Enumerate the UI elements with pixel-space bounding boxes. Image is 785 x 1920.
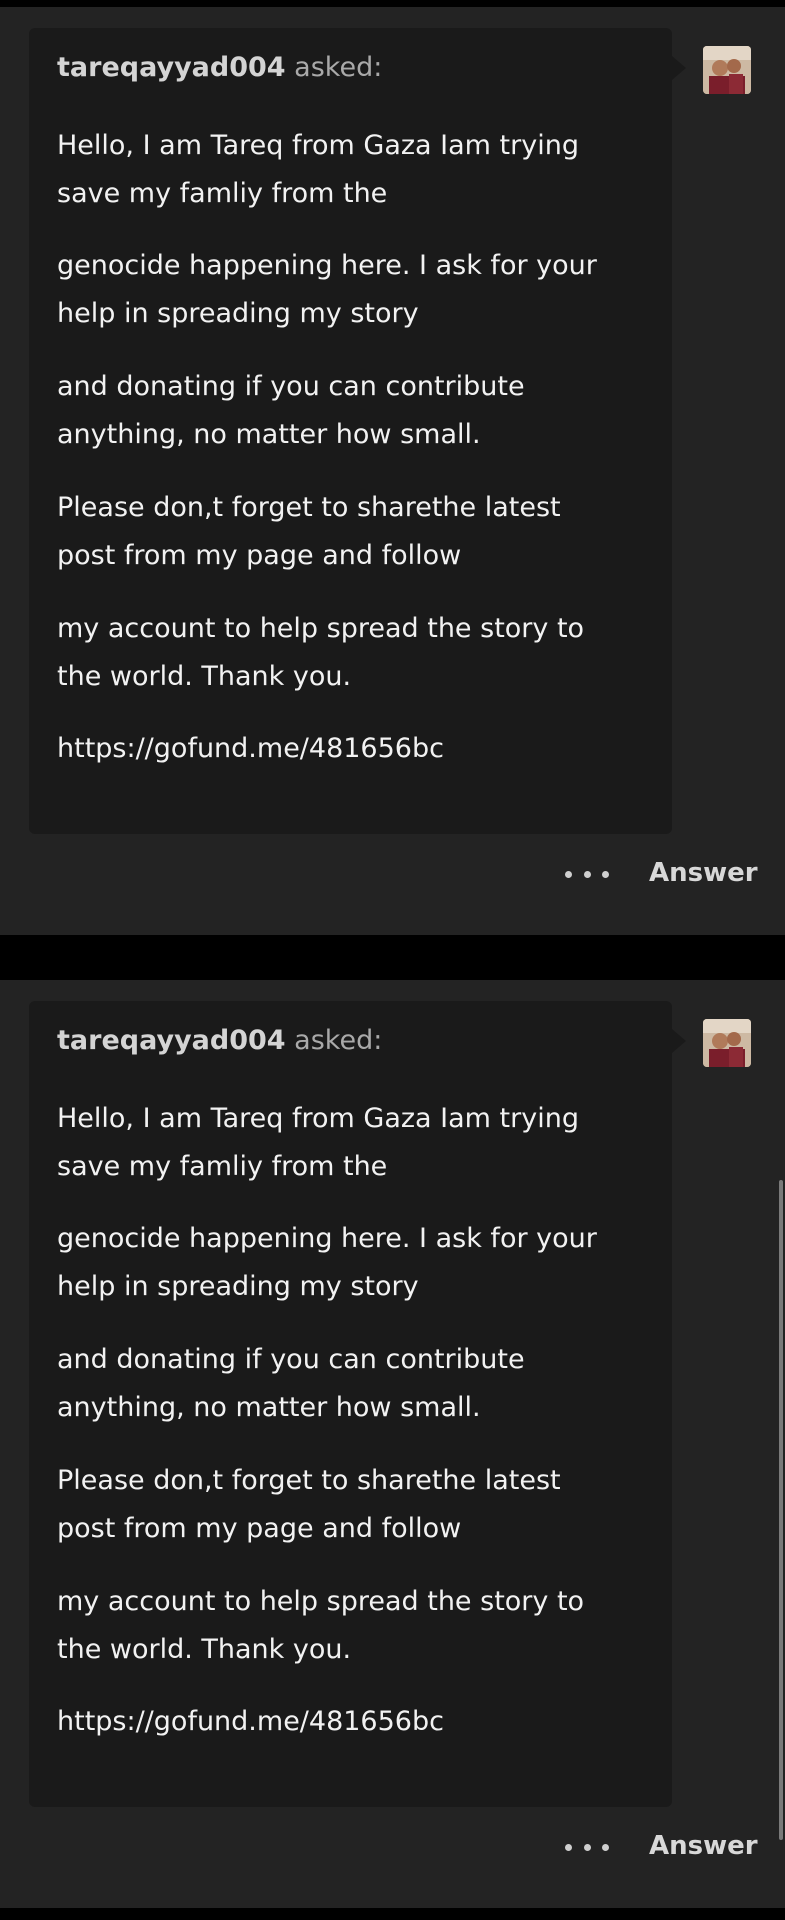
asker-line: tareqayyad004 asked: (57, 1023, 382, 1059)
ask-paragraph: and donating if you can contribute anyth… (57, 1344, 525, 1423)
ask-paragraph: Please don,t forget to sharethe latest p… (57, 1465, 561, 1544)
ask-link[interactable]: https://gofund.me/481656bc (57, 1698, 657, 1746)
asker-username[interactable]: tareqayyad004 (57, 1025, 286, 1056)
ask-bubble: tareqayyad004 asked: Hello, I am Tareq f… (29, 28, 686, 834)
more-dots-icon (583, 870, 591, 878)
scrollbar[interactable] (779, 1180, 783, 1840)
ask-paragraph: genocide happening here. I ask for your … (57, 1223, 597, 1302)
ask-paragraph: my account to help spread the story to t… (57, 1586, 585, 1665)
asker-line: tareqayyad004 asked: (57, 50, 382, 86)
asker-avatar[interactable] (703, 1019, 751, 1067)
avatar-photo-icon (703, 1019, 751, 1067)
ask-paragraph: my account to help spread the story to t… (57, 613, 585, 692)
ask-paragraph: and donating if you can contribute anyth… (57, 371, 525, 450)
asked-label: asked: (294, 52, 383, 83)
asker-username[interactable]: tareqayyad004 (57, 52, 286, 83)
ask-link[interactable]: https://gofund.me/481656bc (57, 725, 657, 773)
ask-paragraph: genocide happening here. I ask for your … (57, 250, 597, 329)
more-options-button[interactable] (565, 1839, 609, 1855)
more-dots-icon (602, 1843, 609, 1851)
asked-label: asked: (294, 1025, 383, 1056)
more-dots-icon (602, 870, 609, 878)
more-dots-icon (565, 870, 572, 878)
ask-paragraph: Hello, I am Tareq from Gaza Iam trying s… (57, 1103, 579, 1182)
answer-button[interactable]: Answer (649, 855, 758, 891)
more-options-button[interactable] (565, 866, 609, 882)
asker-avatar[interactable] (703, 46, 751, 94)
ask-post: tareqayyad004 asked: Hello, I am Tareq f… (0, 7, 785, 935)
avatar-photo-icon (703, 46, 751, 94)
answer-button[interactable]: Answer (649, 1828, 758, 1864)
ask-paragraph: Please don,t forget to sharethe latest p… (57, 492, 561, 571)
ask-paragraph: Hello, I am Tareq from Gaza Iam trying s… (57, 130, 579, 209)
more-dots-icon (583, 1843, 591, 1851)
ask-bubble: tareqayyad004 asked: Hello, I am Tareq f… (29, 1001, 686, 1807)
ask-post: tareqayyad004 asked: Hello, I am Tareq f… (0, 980, 785, 1908)
more-dots-icon (565, 1843, 572, 1851)
